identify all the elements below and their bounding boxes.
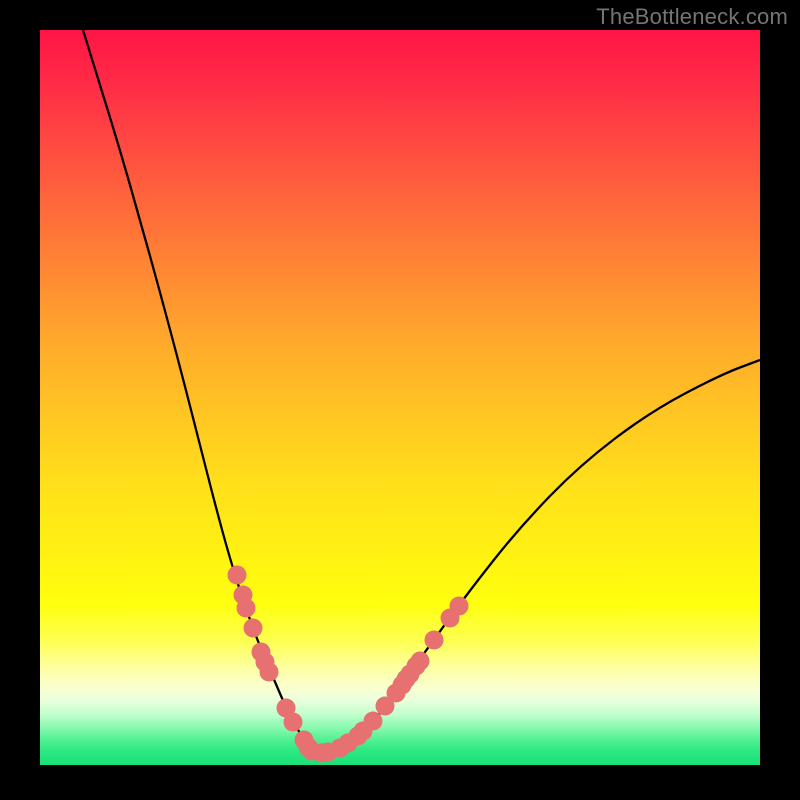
plot-area [40, 30, 760, 765]
marker-dot [411, 652, 430, 671]
bottleneck-curve [40, 30, 760, 765]
marker-dot [260, 663, 279, 682]
marker-dot [228, 566, 247, 585]
marker-dot [244, 619, 263, 638]
marker-dot [237, 599, 256, 618]
marker-dot [450, 597, 469, 616]
chart-frame: TheBottleneck.com [0, 0, 800, 800]
marker-dot [284, 713, 303, 732]
marker-dot [425, 631, 444, 650]
watermark-text: TheBottleneck.com [596, 4, 788, 30]
